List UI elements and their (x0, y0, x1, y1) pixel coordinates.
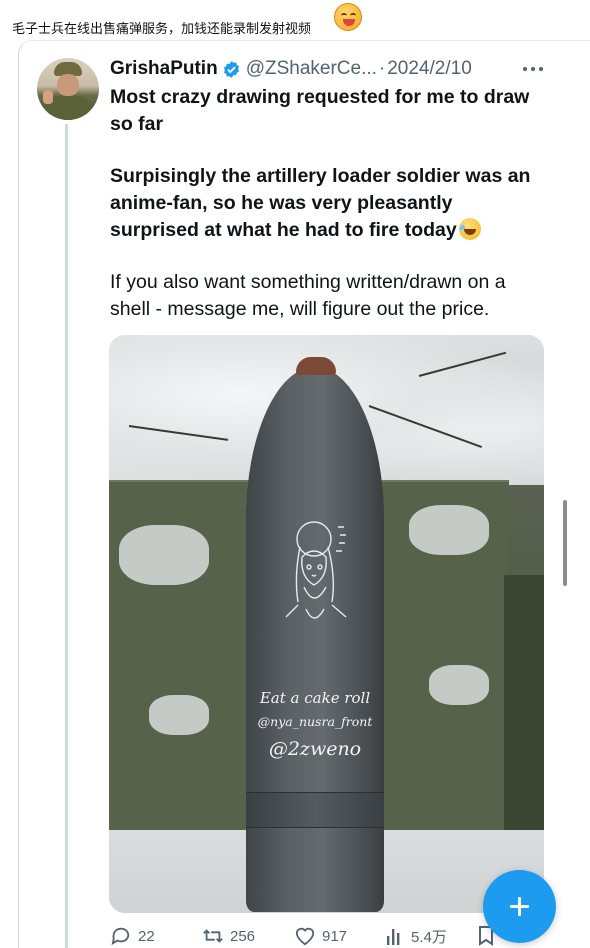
anime-drawing-icon (285, 521, 347, 619)
user-handle[interactable]: @ZShakerCe... (246, 58, 377, 80)
heart-icon (295, 927, 315, 946)
thread-line (65, 124, 68, 948)
views-icon (387, 929, 400, 945)
like-button[interactable]: 917 (294, 924, 347, 948)
date-separator: · (378, 58, 386, 79)
avatar[interactable] (37, 58, 99, 120)
reply-button[interactable]: 22 (110, 924, 155, 948)
tweet-photo[interactable]: Eat a cake roll @nya_nusra_front @2zweno (109, 335, 544, 913)
tweet-text-paragraph-3: If you also want something written/drawn… (110, 271, 506, 320)
retweet-button[interactable]: 256 (202, 924, 255, 948)
tweet-text-paragraph-2: Surpisingly the artillery loader soldier… (110, 163, 540, 244)
shell-text-line-2: @nya_nusra_front (257, 714, 373, 729)
rolling-laughing-emoji-icon (458, 218, 481, 240)
compose-plus-icon[interactable] (483, 870, 556, 943)
reply-count: 22 (138, 927, 155, 945)
tweet-date[interactable]: 2024/2/10 (387, 58, 472, 80)
reply-icon (111, 927, 130, 946)
verified-badge-icon (223, 60, 239, 78)
like-count: 917 (322, 927, 348, 945)
views-button[interactable]: 5.4万 (385, 924, 447, 948)
tweet-text-paragraph-1: Most crazy drawing requested for me to d… (110, 86, 530, 135)
grinning-sweat-emoji-icon (334, 3, 362, 31)
post-caption: 毛子士兵在线出售痛弹服务，加钱还能录制发射视频 (12, 22, 312, 37)
tweet-header: GrishaPutin @ZShakerCe... · 2024/2/10 (110, 57, 472, 81)
retweet-icon (203, 929, 223, 943)
retweet-count: 256 (230, 927, 256, 945)
more-dots-icon[interactable] (523, 62, 543, 76)
shell-text-line-1: Eat a cake roll (259, 689, 371, 707)
shell-text-line-3: @2zweno (268, 738, 362, 760)
scrollbar-thumb[interactable] (563, 500, 567, 586)
display-name[interactable]: GrishaPutin (110, 58, 218, 80)
artillery-shell: Eat a cake roll @nya_nusra_front @2zweno (246, 357, 384, 912)
views-count: 5.4万 (411, 928, 447, 946)
